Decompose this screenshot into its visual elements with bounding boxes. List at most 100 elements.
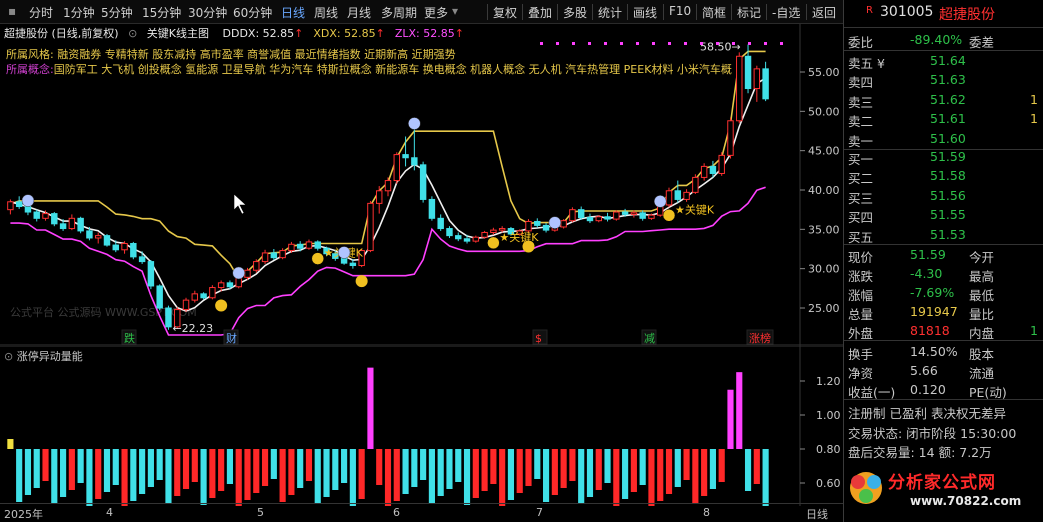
- volume-indicator-chart[interactable]: 1.20 1.00 0.80 0.60 ⊙ 涨停异动量能: [0, 346, 843, 506]
- key-k-label: ★关键K: [499, 230, 539, 244]
- toolbar-button[interactable]: 多股: [563, 4, 587, 21]
- volume-bar: [60, 449, 67, 497]
- chart-title-line: 超捷股份 (日线,前复权) ⊙ 关键K线主图 DDDX: 52.85↑ XDX: …: [4, 25, 464, 41]
- up-arrow-icon: ↑: [375, 27, 385, 40]
- bid-price: 51.59: [930, 149, 966, 164]
- period-tab[interactable]: 多周期: [381, 4, 417, 21]
- candle-body: [595, 216, 602, 222]
- candle-body: [718, 154, 725, 174]
- stock-title: 超捷股份 (日线,前复权): [4, 27, 119, 40]
- ask-row: 卖二 51.61 1: [848, 110, 1040, 129]
- volume-bar: [490, 449, 497, 484]
- toolbar-divider: [487, 4, 488, 20]
- toolbar-button[interactable]: -自选: [772, 4, 800, 21]
- candle-body: [481, 231, 488, 238]
- toolbar-button[interactable]: 叠加: [528, 4, 552, 21]
- more-dropdown-icon[interactable]: ▾: [452, 4, 458, 18]
- period-tab[interactable]: 1分钟: [63, 4, 95, 21]
- ask-label: 卖二: [848, 114, 874, 130]
- ask-label: 卖四: [848, 75, 874, 91]
- toolbar-button[interactable]: 返回: [812, 4, 836, 21]
- period-tab[interactable]: 分时: [29, 4, 53, 21]
- volume-bar: [218, 449, 225, 491]
- volume-bar: [455, 449, 462, 482]
- x-axis-label: 2025年: [4, 508, 43, 521]
- stock-name: 超捷股份: [939, 7, 995, 23]
- candle-body: [182, 299, 190, 311]
- volume-bar: [86, 449, 93, 506]
- stat-row: 换手 14.50% 股本: [848, 343, 1040, 362]
- y-tick-label: 40.00: [808, 184, 840, 197]
- indicator-value: ZLX: 52.85↑: [394, 27, 464, 40]
- candle-body: [384, 180, 392, 192]
- toolbar-button[interactable]: 画线: [633, 4, 657, 21]
- quote-row: 现价 51.59 今开: [848, 246, 1040, 265]
- up-arrow-icon: ↑: [294, 27, 304, 40]
- order-ratio-row: 委比 -89.40% 委差: [848, 31, 1040, 50]
- candle-body: [428, 198, 436, 219]
- volume-bar: [701, 449, 708, 496]
- volume-bar: [428, 449, 435, 503]
- bid-row: 买五 51.53: [848, 226, 1040, 245]
- toolbar-button[interactable]: 标记: [737, 4, 761, 21]
- candle-body: [59, 223, 67, 230]
- period-tab[interactable]: 5分钟: [101, 4, 133, 21]
- indicator-name[interactable]: 关键K线主图: [147, 27, 209, 40]
- toolbar-button[interactable]: 简框: [702, 4, 726, 21]
- candle-body: [253, 261, 260, 271]
- volume-bar: [349, 449, 356, 506]
- period-tab[interactable]: 日线: [281, 4, 305, 21]
- quote-value: -4.30: [910, 266, 943, 281]
- volume-bar: [305, 449, 313, 481]
- candle-body: [393, 154, 401, 182]
- candle-body: [138, 256, 146, 263]
- volume-bar: [393, 449, 400, 501]
- event-tag: $: [535, 332, 542, 345]
- period-tab[interactable]: 60分钟: [233, 4, 272, 21]
- volume-bar: [103, 449, 111, 492]
- signal-dot: [748, 42, 751, 45]
- sad-face-icon: [21, 194, 35, 207]
- signal-dot: [652, 42, 655, 45]
- sad-face-icon: [337, 246, 351, 259]
- candle-body: [700, 165, 708, 178]
- volume-bar: [586, 449, 594, 497]
- toolbar-button[interactable]: 统计: [598, 4, 622, 21]
- volume-bar: [95, 449, 102, 499]
- menu-icon[interactable]: ▪: [8, 4, 16, 18]
- period-tab[interactable]: 月线: [347, 4, 371, 21]
- period-tab[interactable]: 15分钟: [142, 4, 181, 21]
- volume-bar: [463, 449, 471, 505]
- toolbar-button[interactable]: F10: [669, 4, 691, 18]
- candle-body: [103, 235, 111, 246]
- quote-row: 外盘 81818 内盘 1: [848, 322, 1040, 341]
- x-axis-label: 8: [703, 506, 710, 519]
- ask-price: 51.62: [930, 91, 966, 107]
- volume-canvas[interactable]: 1.20 1.00 0.80 0.60: [0, 346, 843, 506]
- toolbar-button[interactable]: 复权: [493, 4, 517, 21]
- stat-label2: 股本: [969, 347, 995, 362]
- ask-volume: 1: [1030, 91, 1038, 107]
- period-tab[interactable]: 30分钟: [188, 4, 227, 21]
- volume-bar: [42, 449, 49, 481]
- label: 委比: [848, 35, 874, 50]
- period-tab[interactable]: 周线: [314, 4, 338, 21]
- logo-text: 分析家公式网: [888, 473, 996, 493]
- volume-bar: [77, 449, 84, 483]
- main-kline-chart[interactable]: 55.00 50.00 45.00 40.00 35.00 30.00 25.00 公式平台 …: [0, 24, 843, 346]
- candle-body: [692, 176, 699, 193]
- period-tab[interactable]: 更多: [424, 4, 448, 21]
- signal-dot: [572, 42, 575, 45]
- volume-bar: [648, 449, 655, 506]
- quote-value: 81818: [910, 323, 950, 338]
- event-tag: 减: [644, 332, 655, 345]
- volume-bar: [112, 449, 119, 485]
- chevron-down-icon[interactable]: ⊙: [128, 27, 137, 40]
- volume-bar: [420, 449, 427, 480]
- volume-bar: [560, 449, 567, 488]
- candle-body: [709, 165, 717, 174]
- signal-dot: [556, 42, 559, 45]
- candle-body: [261, 252, 269, 263]
- volume-bar: [235, 449, 242, 506]
- happy-face-icon: [522, 240, 535, 253]
